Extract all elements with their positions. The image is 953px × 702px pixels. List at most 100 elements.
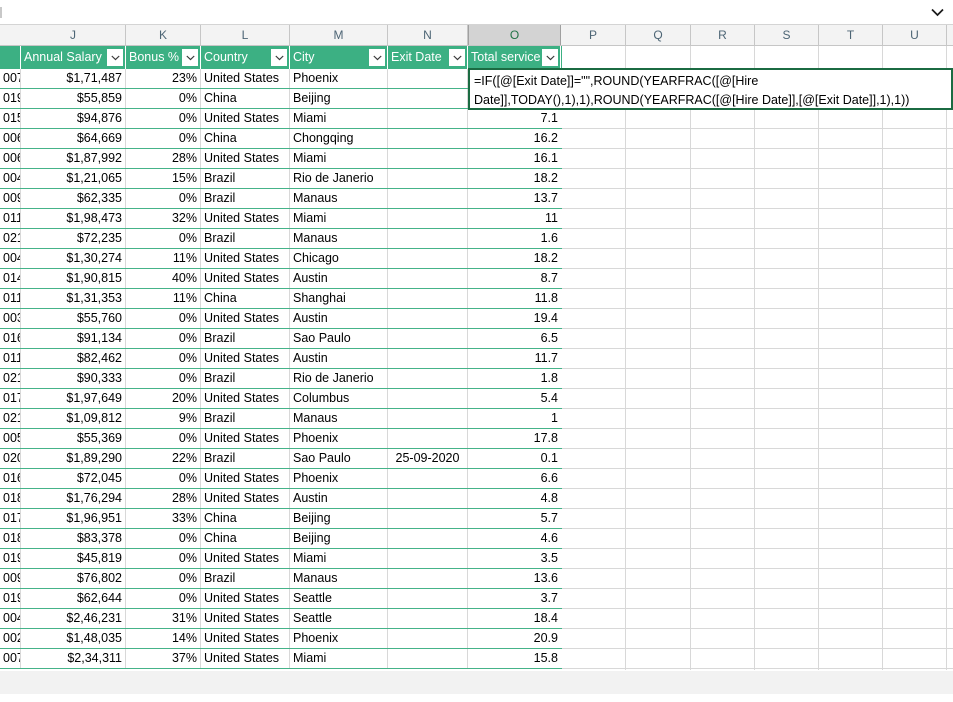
cell-exit-date[interactable] [388,609,468,628]
cell-exit-date[interactable] [388,569,468,588]
cell-total-service[interactable]: 5.7 [468,509,561,528]
cell-bonus-pct[interactable]: 20% [126,389,201,408]
cell-total-service[interactable]: 6.6 [468,469,561,488]
cell-city[interactable]: Austin [290,309,388,328]
cell-exit-date[interactable] [388,389,468,408]
table-row[interactable]: 021$72,2350%BrazilManaus 1.6 [0,229,562,249]
cell-exit-date[interactable] [388,149,468,168]
cell-country[interactable]: United States [201,209,290,228]
formula-bar-input[interactable] [0,0,921,24]
cell-exit-date[interactable] [388,589,468,608]
cell-annual-salary[interactable]: $1,76,294 [21,489,126,508]
cell-hire-year[interactable]: 021 [0,229,21,248]
cell-city[interactable]: Chongqing [290,129,388,148]
cell-bonus-pct[interactable]: 0% [126,109,201,128]
table-row[interactable]: 019$62,6440%United StatesSeattle 3.7 [0,589,562,609]
cell-annual-salary[interactable]: $90,333 [21,369,126,388]
cell-total-service[interactable]: 11.7 [468,349,561,368]
cell-country[interactable]: United States [201,629,290,648]
table-row[interactable]: 016$72,0450%United StatesPhoenix 6.6 [0,469,562,489]
cell-city[interactable]: Phoenix [290,469,388,488]
cell-bonus-pct[interactable]: 0% [126,429,201,448]
cell-city[interactable]: Austin [290,349,388,368]
cell-bonus-pct[interactable]: 0% [126,369,201,388]
cell-annual-salary[interactable]: $94,876 [21,109,126,128]
cell-annual-salary[interactable]: $62,335 [21,189,126,208]
cell-annual-salary[interactable]: $76,802 [21,569,126,588]
cell-hire-year[interactable]: 005 [0,429,21,448]
cell-country[interactable]: Brazil [201,569,290,588]
cell-bonus-pct[interactable]: 0% [126,529,201,548]
cell-annual-salary[interactable]: $55,760 [21,309,126,328]
cell-country[interactable]: United States [201,589,290,608]
cell-total-service[interactable]: 19.4 [468,309,561,328]
cell-bonus-pct[interactable]: 11% [126,289,201,308]
cell-city[interactable]: Miami [290,549,388,568]
cell-total-service[interactable]: 8.7 [468,269,561,288]
cell-country[interactable]: United States [201,549,290,568]
cell-city[interactable]: Rio de Janerio [290,369,388,388]
cell-exit-date[interactable] [388,249,468,268]
cell-exit-date[interactable] [388,309,468,328]
cell-total-service[interactable]: 0.1 [468,449,561,468]
cell-hire-year[interactable]: 004 [0,169,21,188]
cell-exit-date[interactable] [388,369,468,388]
cell-annual-salary[interactable]: $1,48,035 [21,629,126,648]
cell-exit-date[interactable] [388,429,468,448]
cell-exit-date[interactable] [388,109,468,128]
column-header-u[interactable]: U [883,25,947,45]
cell-total-service[interactable]: 4.6 [468,529,561,548]
cell-country[interactable]: Brazil [201,189,290,208]
cell-country[interactable]: United States [201,309,290,328]
cell-total-service[interactable]: 5.4 [468,389,561,408]
cell-exit-date[interactable] [388,129,468,148]
cell-city[interactable]: Manaus [290,569,388,588]
filter-dropdown-icon[interactable] [107,49,123,66]
cell-bonus-pct[interactable]: 40% [126,269,201,288]
cell-total-service[interactable]: 18.2 [468,169,561,188]
cell-total-service[interactable]: 7.1 [468,109,561,128]
filter-dropdown-icon[interactable] [369,49,385,66]
cell-exit-date[interactable] [388,169,468,188]
table-row[interactable]: 016$91,1340%BrazilSao Paulo 6.5 [0,329,562,349]
table-row[interactable]: 009$76,8020%BrazilManaus 13.6 [0,569,562,589]
cell-total-service[interactable]: 1.6 [468,229,561,248]
cell-country[interactable]: Brazil [201,329,290,348]
cell-annual-salary[interactable]: $1,97,649 [21,389,126,408]
cell-city[interactable]: Manaus [290,409,388,428]
cell-total-service[interactable]: 20.9 [468,629,561,648]
cell-bonus-pct[interactable]: 33% [126,509,201,528]
cell-annual-salary[interactable]: $1,98,473 [21,209,126,228]
cell-bonus-pct[interactable]: 11% [126,249,201,268]
table-row[interactable]: 019$45,8190%United StatesMiami 3.5 [0,549,562,569]
cell-bonus-pct[interactable]: 0% [126,329,201,348]
cell-city[interactable]: Austin [290,489,388,508]
table-row[interactable]: 021$1,09,8129%BrazilManaus 1 [0,409,562,429]
filter-dropdown-icon[interactable] [271,49,287,66]
cell-annual-salary[interactable]: $1,89,290 [21,449,126,468]
cell-country[interactable]: United States [201,649,290,668]
cell-country[interactable]: China [201,89,290,108]
cell-hire-year[interactable]: 007 [0,69,21,88]
cell-bonus-pct[interactable]: 9% [126,409,201,428]
cell-country[interactable]: Brazil [201,169,290,188]
cell-country[interactable]: Brazil [201,369,290,388]
column-header-l[interactable]: L [201,25,290,45]
cell-city[interactable]: Phoenix [290,629,388,648]
column-header-t[interactable]: T [819,25,883,45]
cell-exit-date[interactable]: 25-09-2020 [388,449,468,468]
cell-exit-date[interactable] [388,209,468,228]
cell-city[interactable]: Seattle [290,589,388,608]
cell-city[interactable]: Sao Paulo [290,329,388,348]
cell-city[interactable]: Chicago [290,249,388,268]
cell-city[interactable]: Shanghai [290,289,388,308]
cell-annual-salary[interactable]: $91,134 [21,329,126,348]
table-row[interactable]: 003$55,7600%United StatesAustin 19.4 [0,309,562,329]
chevron-down-icon[interactable] [921,0,953,24]
table-row[interactable]: 004$2,46,23131%United StatesSeattle 18.4 [0,609,562,629]
table-row[interactable]: 007$2,34,31137%United StatesMiami 15.8 [0,649,562,669]
cell-exit-date[interactable] [388,529,468,548]
cell-hire-year[interactable]: 019 [0,589,21,608]
cell-bonus-pct[interactable]: 0% [126,589,201,608]
cell-hire-year[interactable]: 009 [0,569,21,588]
